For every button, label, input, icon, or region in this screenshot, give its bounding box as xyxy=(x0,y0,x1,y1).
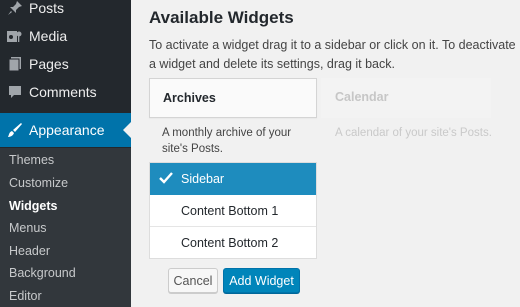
cancel-button[interactable]: Cancel xyxy=(168,268,218,293)
active-indicator xyxy=(123,122,131,138)
chooser-option-content-bottom-1[interactable]: Content Bottom 1 xyxy=(150,195,316,227)
menu-item-comments[interactable]: Comments xyxy=(0,78,131,106)
checkmark-icon xyxy=(158,170,174,189)
sidebar-chooser: Sidebar Content Bottom 1 Content Bottom … xyxy=(149,162,317,259)
pin-icon xyxy=(6,0,24,17)
comment-icon xyxy=(6,83,24,101)
menu-label: Appearance xyxy=(29,122,105,138)
menu-label: Posts xyxy=(29,0,65,16)
chooser-option-label: Content Bottom 2 xyxy=(181,236,279,250)
widget-archives[interactable]: Archives xyxy=(149,78,317,118)
chooser-option-label: Sidebar xyxy=(181,172,225,186)
widget-description: A calendar of your site's Posts. xyxy=(335,127,492,139)
menu-label: Comments xyxy=(29,84,97,100)
media-icon xyxy=(6,27,24,45)
pages-icon xyxy=(6,55,24,73)
widgets-description: To activate a widget drag it to a sideba… xyxy=(149,38,516,71)
menu-item-posts[interactable]: Posts xyxy=(0,0,131,22)
widget-description: A monthly archive of your site's Posts. xyxy=(162,127,292,155)
submenu-item-customize[interactable]: Customize xyxy=(9,176,68,190)
widget-title: Calendar xyxy=(335,90,389,104)
submenu-item-header[interactable]: Header xyxy=(9,244,50,258)
add-widget-button[interactable]: Add Widget xyxy=(223,268,300,293)
main-content: Available Widgets To activate a widget d… xyxy=(131,0,520,307)
chooser-option-label: Content Bottom 1 xyxy=(181,204,279,218)
chooser-option-sidebar[interactable]: Sidebar xyxy=(150,163,316,195)
widget-title: Archives xyxy=(163,91,216,105)
menu-item-media[interactable]: Media xyxy=(0,22,131,50)
chooser-option-content-bottom-2[interactable]: Content Bottom 2 xyxy=(150,227,316,259)
submenu-item-themes[interactable]: Themes xyxy=(9,153,54,167)
menu-item-appearance[interactable]: Appearance xyxy=(0,113,131,147)
brush-icon xyxy=(6,121,24,139)
admin-sidebar: Posts Media Pages Comments Appearance Th… xyxy=(0,0,131,307)
page-title: Available Widgets xyxy=(149,8,294,27)
submenu-item-editor[interactable]: Editor xyxy=(9,289,42,303)
menu-label: Pages xyxy=(29,56,69,72)
submenu-item-menus[interactable]: Menus xyxy=(9,221,47,235)
menu-label: Media xyxy=(29,28,68,44)
appearance-submenu: Themes Customize Widgets Menus Header Ba… xyxy=(0,148,131,307)
menu-item-pages[interactable]: Pages xyxy=(0,50,131,78)
submenu-item-widgets[interactable]: Widgets xyxy=(9,199,58,213)
submenu-item-background[interactable]: Background xyxy=(9,266,76,280)
widget-calendar[interactable]: Calendar xyxy=(321,78,491,118)
